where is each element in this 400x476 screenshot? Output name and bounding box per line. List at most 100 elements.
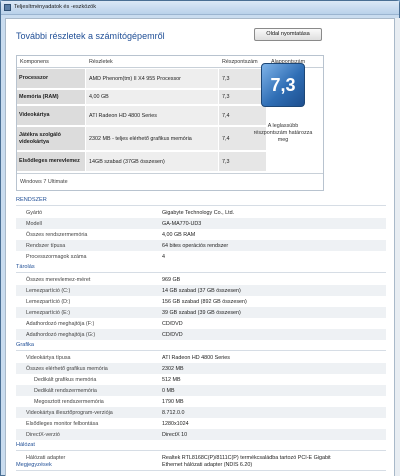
detail-value: 156 GB szabad (892 GB összesen): [162, 299, 247, 305]
component-score: 7,3: [219, 69, 266, 88]
component-details: 4,00 GB: [86, 90, 218, 104]
detail-label: Hálózati adapter: [26, 455, 66, 461]
detail-label: DirectX-verzió: [26, 432, 60, 438]
detail-value: 14 GB szabad (37 GB összesen): [162, 288, 241, 294]
detail-row: Adathordozó meghajtója (F:) CD/DVD: [16, 318, 386, 329]
detail-value: 64 bites operációs rendszer: [162, 243, 229, 249]
content-pane: További részletek a számítógépemről Olda…: [5, 18, 395, 476]
detail-row: Összes rendszermemória 4,00 GB RAM: [16, 229, 386, 240]
detail-value: 1280x1024: [162, 421, 189, 427]
detail-row: Elsődleges monitor felbontása 1280x1024: [16, 418, 386, 429]
detail-row: Adathordozó meghajtója (G:) CD/DVD: [16, 329, 386, 340]
section-system-title: RENDSZER: [16, 197, 47, 203]
summary-row-graphics: Videokártya ATI Radeon HD 4800 Series 7,…: [17, 106, 268, 126]
detail-value: CD/DVD: [162, 332, 183, 338]
detail-label: Összes elérhető grafikus memória: [26, 366, 108, 372]
section-storage-title: Tárolás: [16, 264, 35, 270]
detail-row: Lemezpartíció (C:) 14 GB szabad (37 GB ö…: [16, 285, 386, 296]
detail-row: Dedikált rendszermemória 0 MB: [16, 385, 386, 396]
vertical-scrollbar[interactable]: [395, 18, 400, 476]
detail-label: Összes rendszermemória: [26, 232, 88, 238]
detail-row: Gyártó Gigabyte Technology Co., Ltd.: [16, 207, 386, 218]
summary-row-gaming-graphics: Játékra szolgáló videokártya 2302 MB - t…: [17, 127, 268, 151]
detail-row: Processzormagok száma 4: [16, 251, 386, 262]
detail-row: Lemezpartíció (D:) 156 GB szabad (892 GB…: [16, 296, 386, 307]
detail-value: ATI Radeon HD 4800 Series: [162, 355, 230, 361]
detail-label: Adathordozó meghajtója (F:): [26, 321, 95, 327]
detail-label: Összes merevlemez-méret: [26, 277, 91, 283]
component-label: Elsődleges merevlemez: [17, 152, 85, 171]
detail-value: 4: [162, 254, 165, 260]
detail-row: DirectX-verzió DirectX 10: [16, 429, 386, 440]
detail-label: Processzormagok száma: [26, 254, 87, 260]
summary-row-memory: Memória (RAM) 4,00 GB 7,3: [17, 90, 268, 105]
detail-value: 1790 MB: [162, 399, 184, 405]
detail-row: Lemezpartíció (E:) 39 GB szabad (39 GB ö…: [16, 307, 386, 318]
detail-value: 969 GB: [162, 277, 181, 283]
detail-label: Lemezpartíció (D:): [26, 299, 71, 305]
col-component: Komponens: [20, 59, 49, 65]
detail-label: Elsődleges monitor felbontása: [26, 421, 99, 427]
component-label: Videokártya: [17, 106, 85, 125]
component-score: 7,3: [219, 90, 266, 104]
detail-row: Videokártya illesztőprogram-verziója 8.7…: [16, 407, 386, 418]
component-details: 14GB szabad (37GB összesen): [86, 152, 218, 171]
component-label: Processzor: [17, 69, 85, 88]
detail-row: Rendszer típusa 64 bites operációs rends…: [16, 240, 386, 251]
detail-label: Dedikált grafikus memória: [34, 377, 97, 383]
page-title: További részletek a számítógépemről: [16, 31, 165, 41]
detail-label: Lemezpartíció (C:): [26, 288, 71, 294]
col-details: Részletek: [89, 59, 113, 65]
col-subscore: Részpontszám: [222, 59, 258, 65]
performance-icon: [4, 4, 11, 11]
title-bar[interactable]: Teljesítményadatok és -eszközök: [1, 1, 399, 15]
detail-value: CD/DVD: [162, 321, 183, 327]
detail-value: Gigabyte Technology Co., Ltd.: [162, 210, 235, 216]
summary-row-processor: Processzor AMD Phenom(tm) II X4 955 Proc…: [17, 69, 268, 89]
component-score: 7,3: [219, 152, 266, 171]
detail-value: Realtek RTL8168C(P)/8111C(P) termékcsalá…: [162, 455, 331, 469]
component-details: 2302 MB - teljes elérhető grafikus memór…: [86, 127, 218, 150]
detail-row: Modell GA-MA770-UD3: [16, 218, 386, 229]
detail-label: Videokártya típusa: [26, 355, 71, 361]
detail-value: 512 MB: [162, 377, 181, 383]
detail-label: Videokártya illesztőprogram-verziója: [26, 410, 113, 416]
component-details: AMD Phenom(tm) II X4 955 Processor: [86, 69, 218, 88]
base-score-tile: 7,3: [261, 63, 305, 107]
detail-value: DirectX 10: [162, 432, 188, 438]
detail-value: 2302 MB: [162, 366, 184, 372]
detail-value: 39 GB szabad (39 GB összesen): [162, 310, 241, 316]
detail-label: Dedikált rendszermemória: [34, 388, 97, 394]
summary-row-disk: Elsődleges merevlemez 14GB szabad (37GB …: [17, 152, 268, 172]
detail-label: Modell: [26, 221, 42, 227]
detail-label: Megosztott rendszermemória: [34, 399, 104, 405]
divider: [16, 205, 386, 206]
section-network-title: Hálózat: [16, 442, 35, 448]
base-score-note: A leglassúbb részpontszám határozza meg: [253, 123, 313, 144]
detail-label: Adathordozó meghajtója (G:): [26, 332, 96, 338]
detail-row: Megosztott rendszermemória 1790 MB: [16, 396, 386, 407]
detail-row: Összes elérhető grafikus memória 2302 MB: [16, 363, 386, 374]
detail-label: Lemezpartíció (E:): [26, 310, 71, 316]
section-notes-title: Megjegyzések: [16, 462, 52, 468]
detail-value: 8.712.0.0: [162, 410, 185, 416]
detail-label: Rendszer típusa: [26, 243, 66, 249]
component-label: Memória (RAM): [17, 90, 85, 104]
detail-row: Videokártya típusa ATI Radeon HD 4800 Se…: [16, 352, 386, 363]
component-details: ATI Radeon HD 4800 Series: [86, 106, 218, 125]
divider: [16, 470, 386, 471]
detail-row: Dedikált grafikus memória 512 MB: [16, 374, 386, 385]
windows-version: Windows 7 Ultimate: [17, 173, 323, 191]
divider: [16, 272, 386, 273]
window-title: Teljesítményadatok és -eszközök: [14, 4, 97, 10]
divider: [16, 350, 386, 351]
detail-row: Összes merevlemez-méret 969 GB: [16, 274, 386, 285]
app-window: Teljesítményadatok és -eszközök További …: [0, 0, 400, 476]
divider: [16, 450, 386, 451]
detail-value: 4,00 GB RAM: [162, 232, 196, 238]
detail-value: GA-MA770-UD3: [162, 221, 202, 227]
detail-value: 0 MB: [162, 388, 175, 394]
print-page-button[interactable]: Oldal nyomtatása: [254, 28, 322, 41]
component-label: Játékra szolgáló videokártya: [17, 127, 85, 150]
section-graphics-title: Grafika: [16, 342, 35, 348]
